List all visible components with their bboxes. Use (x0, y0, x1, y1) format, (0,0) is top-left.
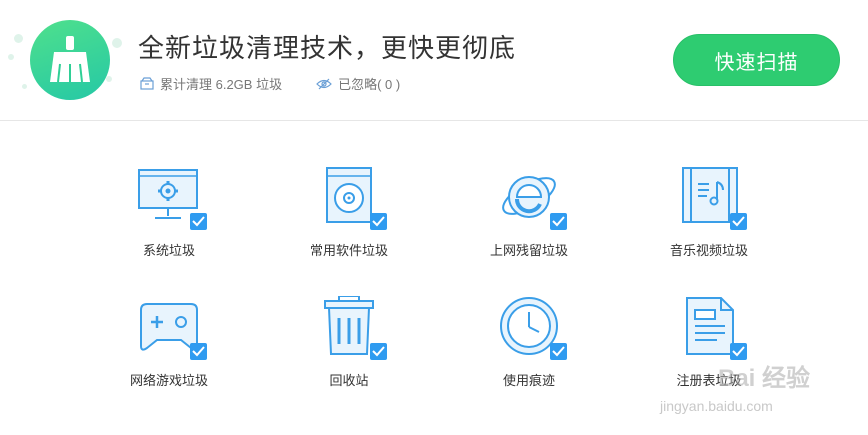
category-label: 网络游戏垃圾 (129, 373, 208, 388)
category-label: 回收站 (329, 373, 369, 388)
stats-bar: 累计清理 6.2GB 垃圾 已忽略( 0 ) (140, 74, 434, 93)
category-label: 音乐视频垃圾 (669, 243, 748, 258)
watermark-url: jingyan.baidu.com (660, 398, 773, 414)
checkmark-icon (732, 346, 745, 357)
category-recycle-bin[interactable]: 回收站 (264, 296, 434, 389)
category-system[interactable]: 系统垃圾 (84, 166, 254, 259)
checkmark-icon (192, 216, 205, 227)
cleaned-stat-label: 累计清理 6.2GB 垃圾 (160, 77, 283, 92)
ignored-stat[interactable]: 已忽略( 0 ) (316, 74, 400, 93)
category-media[interactable]: 音乐视频垃圾 (624, 166, 794, 259)
category-internet[interactable]: 上网残留垃圾 (444, 166, 614, 259)
category-usage-traces[interactable]: 使用痕迹 (444, 296, 614, 389)
checkmark-icon (372, 216, 385, 227)
checkbox-software[interactable] (370, 213, 387, 230)
checkbox-usage-traces[interactable] (550, 343, 567, 360)
category-label: 系统垃圾 (142, 243, 195, 258)
ignored-stat-label[interactable]: 已忽略( 0 ) (338, 74, 400, 93)
logo (8, 14, 126, 114)
cleaned-box-icon (140, 77, 154, 90)
checkbox-games[interactable] (190, 343, 207, 360)
page-title: 全新垃圾清理技术，更快更彻底 (138, 33, 517, 63)
broom-icon (50, 36, 90, 83)
checkbox-media[interactable] (730, 213, 747, 230)
checkmark-icon (732, 216, 745, 227)
category-games[interactable]: 网络游戏垃圾 (84, 296, 254, 389)
header: 全新垃圾清理技术，更快更彻底 累计清理 6.2GB 垃圾 已忽略( 0 ) 快速… (0, 0, 868, 121)
category-label: 使用痕迹 (502, 373, 555, 388)
checkmark-icon (552, 216, 565, 227)
ignored-eye-icon (316, 78, 332, 89)
checkbox-recycle-bin[interactable] (370, 343, 387, 360)
checkmark-icon (372, 346, 385, 357)
checkmark-icon (192, 346, 205, 357)
checkbox-internet[interactable] (550, 213, 567, 230)
watermark-logo: Bai 经验 (718, 365, 811, 392)
quick-scan-button[interactable]: 快速扫描 (673, 34, 840, 86)
cleaned-stat: 累计清理 6.2GB 垃圾 (140, 74, 282, 93)
category-software[interactable]: 常用软件垃圾 (264, 166, 434, 259)
category-label: 上网残留垃圾 (489, 243, 568, 258)
checkmark-icon (552, 346, 565, 357)
category-label: 常用软件垃圾 (309, 243, 388, 258)
checkbox-system[interactable] (190, 213, 207, 230)
